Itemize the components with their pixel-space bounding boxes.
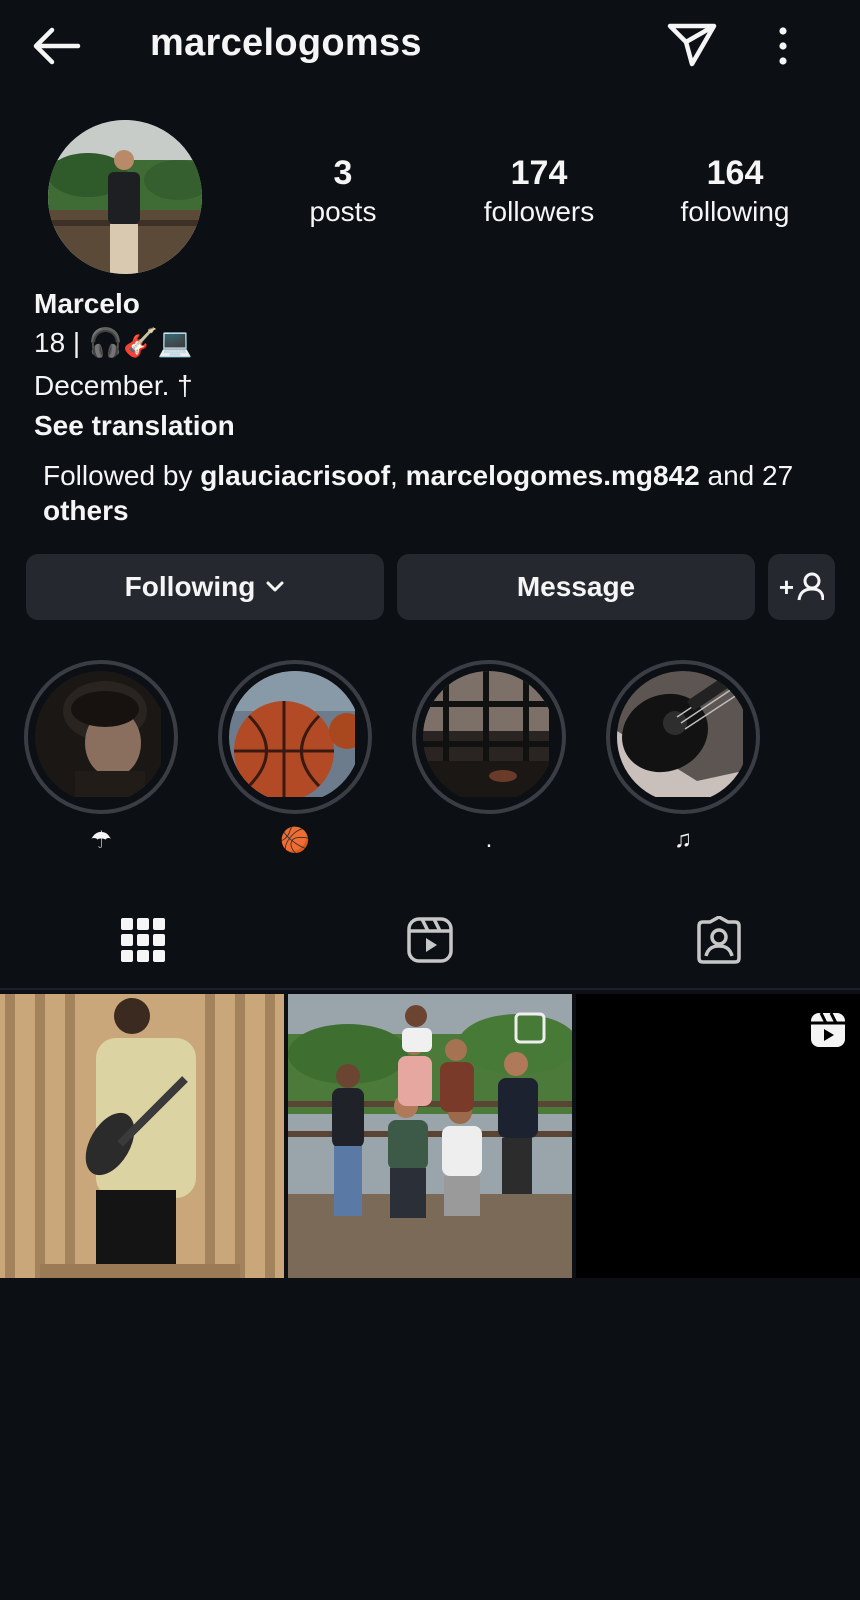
highlight-3-label: . — [485, 826, 493, 853]
followed-by-text[interactable]: Followed by glauciacrisoof, marcelogomes… — [43, 458, 833, 528]
send-message-icon[interactable] — [666, 22, 718, 68]
bio-line-1: 18 | 🎧🎸💻 — [34, 326, 193, 359]
posts-count[interactable]: 3 posts — [263, 154, 423, 232]
tab-divider — [0, 988, 860, 990]
posts-count-value: 3 — [333, 154, 353, 192]
highlight-1-thumbnail — [35, 671, 167, 803]
profile-username: marcelogomss — [150, 22, 422, 64]
highlight-3-thumbnail — [423, 671, 555, 803]
following-count-label: following — [680, 196, 790, 228]
followed-by-prefix: Followed by — [43, 460, 201, 491]
add-plus-label: + — [778, 571, 795, 602]
post-thumbnail-guitar[interactable] — [0, 994, 284, 1278]
followed-by-others[interactable]: others — [43, 495, 129, 526]
bio-age: 18 | — [34, 326, 81, 358]
profile-avatar[interactable] — [48, 120, 202, 274]
highlight-2-label: 🏀 — [280, 827, 310, 854]
tagged-icon[interactable] — [695, 916, 743, 964]
chevron-down-icon — [266, 581, 284, 592]
highlight-2-thumbnail — [229, 671, 361, 803]
highlight-4-label: ♫ — [674, 826, 692, 853]
back-arrow-icon[interactable] — [30, 26, 82, 66]
bio-emoji: 🎧🎸💻 — [88, 327, 193, 358]
reels-icon[interactable] — [406, 916, 454, 964]
following-count[interactable]: 164 following — [655, 154, 815, 232]
highlight-3[interactable] — [412, 660, 566, 814]
followers-count-value: 174 — [510, 154, 568, 192]
message-button-label: Message — [516, 571, 636, 602]
followed-by-separator: , — [390, 460, 406, 491]
followers-count[interactable]: 174 followers — [459, 154, 619, 232]
following-button[interactable]: Following — [26, 554, 384, 620]
more-options-icon[interactable] — [776, 26, 790, 66]
followers-count-label: followers — [483, 196, 595, 228]
top-bar: marcelogomss — [0, 0, 860, 92]
following-count-value: 164 — [706, 154, 764, 192]
reel-indicator-icon — [811, 1012, 845, 1047]
add-person-icon — [797, 572, 825, 601]
post-thumbnail-group-photo[interactable] — [288, 994, 572, 1278]
highlight-1[interactable] — [24, 660, 178, 814]
posts-count-label: posts — [309, 196, 377, 228]
see-translation-link[interactable]: See translation — [34, 410, 235, 442]
follower-name-2[interactable]: marcelogomes.mg842 — [406, 460, 700, 491]
grid-icon[interactable] — [119, 916, 167, 964]
bio-line-2: December. † — [34, 370, 193, 401]
post-thumbnail-reel[interactable] — [576, 994, 860, 1278]
suggest-people-button[interactable]: + — [768, 554, 835, 620]
highlight-1-label: ☂ — [90, 827, 112, 854]
highlight-4-thumbnail — [617, 671, 749, 803]
profile-name: Marcelo — [34, 288, 140, 319]
followed-by-and: and 27 — [699, 460, 794, 491]
message-button[interactable]: Message — [397, 554, 755, 620]
highlight-4[interactable] — [606, 660, 760, 814]
highlight-2[interactable] — [218, 660, 372, 814]
follower-name-1[interactable]: glauciacrisoof — [200, 460, 390, 491]
following-button-label: Following — [124, 571, 256, 602]
